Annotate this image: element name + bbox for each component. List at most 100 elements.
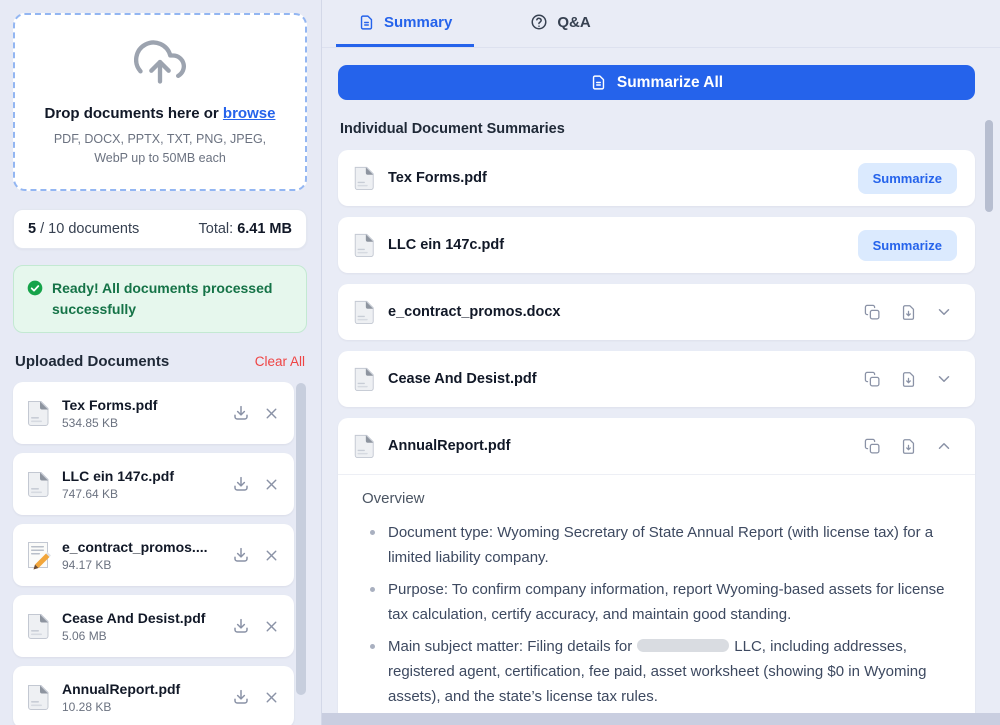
- download-button[interactable]: [228, 471, 254, 497]
- bottom-edge-strip: [322, 713, 1000, 725]
- pdf-file-icon: [352, 298, 376, 326]
- dropzone-hint: PDF, DOCX, PPTX, TXT, PNG, JPEG, WebP up…: [46, 130, 274, 169]
- summarize-button[interactable]: Summarize: [858, 163, 957, 194]
- collapse-button[interactable]: [931, 433, 957, 459]
- uploaded-file-list: Tex Forms.pdf 534.85 KB LLC ein 147c.pdf…: [13, 382, 294, 725]
- file-meta: AnnualReport.pdf 10.28 KB: [62, 681, 217, 714]
- file-name: LLC ein 147c.pdf: [62, 468, 217, 484]
- download-button[interactable]: [228, 400, 254, 426]
- summarize-button[interactable]: Summarize: [858, 230, 957, 261]
- clear-all-button[interactable]: Clear All: [255, 354, 305, 369]
- copy-icon: [864, 371, 881, 388]
- redacted-company-name: [637, 639, 729, 652]
- overview-bullet-text: Document type: Wyoming Secretary of Stat…: [388, 520, 951, 570]
- download-icon: [232, 617, 250, 635]
- summary-card-list: Tex Forms.pdf Summarize LLC ein 147c.pdf…: [338, 150, 975, 725]
- file-meta: e_contract_promos.... 94.17 KB: [62, 539, 217, 572]
- remove-file-button[interactable]: [258, 542, 284, 568]
- file-list-item: AnnualReport.pdf 10.28 KB: [13, 666, 294, 725]
- file-download-icon: [900, 371, 917, 388]
- pdf-file-icon: [352, 164, 376, 192]
- bullet-dot: [370, 587, 375, 592]
- summary-card: LLC ein 147c.pdf Summarize: [338, 217, 975, 273]
- copy-summary-button[interactable]: [859, 433, 885, 459]
- document-counter: 5 / 10 documents Total: 6.41 MB: [13, 209, 307, 249]
- summary-card-header[interactable]: Cease And Desist.pdf: [338, 351, 975, 407]
- export-summary-button[interactable]: [895, 433, 921, 459]
- download-button[interactable]: [228, 613, 254, 639]
- file-meta: Tex Forms.pdf 534.85 KB: [62, 397, 217, 430]
- summary-content: Summarize All Individual Document Summar…: [322, 48, 1000, 725]
- file-actions: [228, 542, 284, 568]
- summary-doc-name: e_contract_promos.docx: [388, 304, 847, 320]
- close-icon: [263, 689, 280, 706]
- download-button[interactable]: [228, 684, 254, 710]
- tab-summary[interactable]: Summary: [336, 0, 474, 47]
- export-summary-button[interactable]: [895, 299, 921, 325]
- memo-file-icon: [25, 540, 51, 570]
- tab-qa[interactable]: Q&A: [508, 0, 612, 47]
- uploaded-documents-header: Uploaded Documents Clear All: [13, 353, 307, 370]
- main-scrollbar[interactable]: [985, 120, 993, 212]
- file-actions: [228, 471, 284, 497]
- upload-cloud-icon: [134, 36, 186, 93]
- pdf-file-icon: [352, 432, 376, 460]
- dropzone[interactable]: Drop documents here or browse PDF, DOCX,…: [13, 13, 307, 191]
- summary-card: Tex Forms.pdf Summarize: [338, 150, 975, 206]
- file-meta: LLC ein 147c.pdf 747.64 KB: [62, 468, 217, 501]
- document-count: 5 / 10 documents: [28, 221, 139, 237]
- file-download-icon: [900, 438, 917, 455]
- remove-file-button[interactable]: [258, 471, 284, 497]
- summary-card-header[interactable]: AnnualReport.pdf: [338, 418, 975, 474]
- summary-card-header: LLC ein 147c.pdf Summarize: [338, 217, 975, 273]
- copy-summary-button[interactable]: [859, 299, 885, 325]
- summarize-all-label: Summarize All: [617, 74, 723, 92]
- file-actions: [228, 613, 284, 639]
- expand-button[interactable]: [931, 366, 957, 392]
- document-icon: [590, 74, 607, 91]
- document-icon: [358, 14, 375, 31]
- overview-bullet-text: Purpose: To confirm company information,…: [388, 577, 951, 627]
- file-size: 534.85 KB: [62, 416, 217, 430]
- export-summary-button[interactable]: [895, 366, 921, 392]
- summary-card: Cease And Desist.pdf: [338, 351, 975, 407]
- sidebar: Drop documents here or browse PDF, DOCX,…: [0, 0, 322, 725]
- download-icon: [232, 688, 250, 706]
- uploaded-documents-title: Uploaded Documents: [15, 353, 169, 370]
- file-list-item: LLC ein 147c.pdf 747.64 KB: [13, 453, 294, 515]
- pdf-file-icon: [352, 365, 376, 393]
- summary-card-expanded: AnnualReport.pdf Overview Document: [338, 418, 975, 725]
- remove-file-button[interactable]: [258, 613, 284, 639]
- summary-card-actions: [859, 366, 957, 392]
- file-actions: [228, 684, 284, 710]
- overview-bullet-text: Main subject matter: Filing details forL…: [388, 634, 951, 709]
- main-panel: Summary Q&A Summarize All Individual Doc…: [322, 0, 1000, 725]
- file-name: Tex Forms.pdf: [62, 397, 217, 413]
- file-list-item: e_contract_promos.... 94.17 KB: [13, 524, 294, 586]
- question-circle-icon: [530, 13, 548, 31]
- sidebar-scrollbar[interactable]: [296, 383, 306, 695]
- remove-file-button[interactable]: [258, 400, 284, 426]
- file-download-icon: [900, 304, 917, 321]
- copy-summary-button[interactable]: [859, 366, 885, 392]
- browse-link[interactable]: browse: [223, 105, 276, 122]
- file-size: 10.28 KB: [62, 700, 217, 714]
- summary-doc-name: LLC ein 147c.pdf: [388, 237, 846, 253]
- file-actions: [228, 400, 284, 426]
- bullet-dot: [370, 644, 375, 649]
- file-name: Cease And Desist.pdf: [62, 610, 217, 626]
- summary-card-header[interactable]: e_contract_promos.docx: [338, 284, 975, 340]
- summarize-all-button[interactable]: Summarize All: [338, 65, 975, 100]
- dropzone-title-text: Drop documents here or: [45, 105, 219, 122]
- remove-file-button[interactable]: [258, 684, 284, 710]
- file-name: e_contract_promos....: [62, 539, 217, 555]
- document-count-suffix: / 10 documents: [36, 221, 139, 237]
- summary-doc-name: Tex Forms.pdf: [388, 170, 846, 186]
- check-circle-icon: [27, 280, 43, 296]
- expand-button[interactable]: [931, 299, 957, 325]
- file-size: 5.06 MB: [62, 629, 217, 643]
- download-button[interactable]: [228, 542, 254, 568]
- close-icon: [263, 476, 280, 493]
- file-name: AnnualReport.pdf: [62, 681, 217, 697]
- pdf-file-icon: [352, 231, 376, 259]
